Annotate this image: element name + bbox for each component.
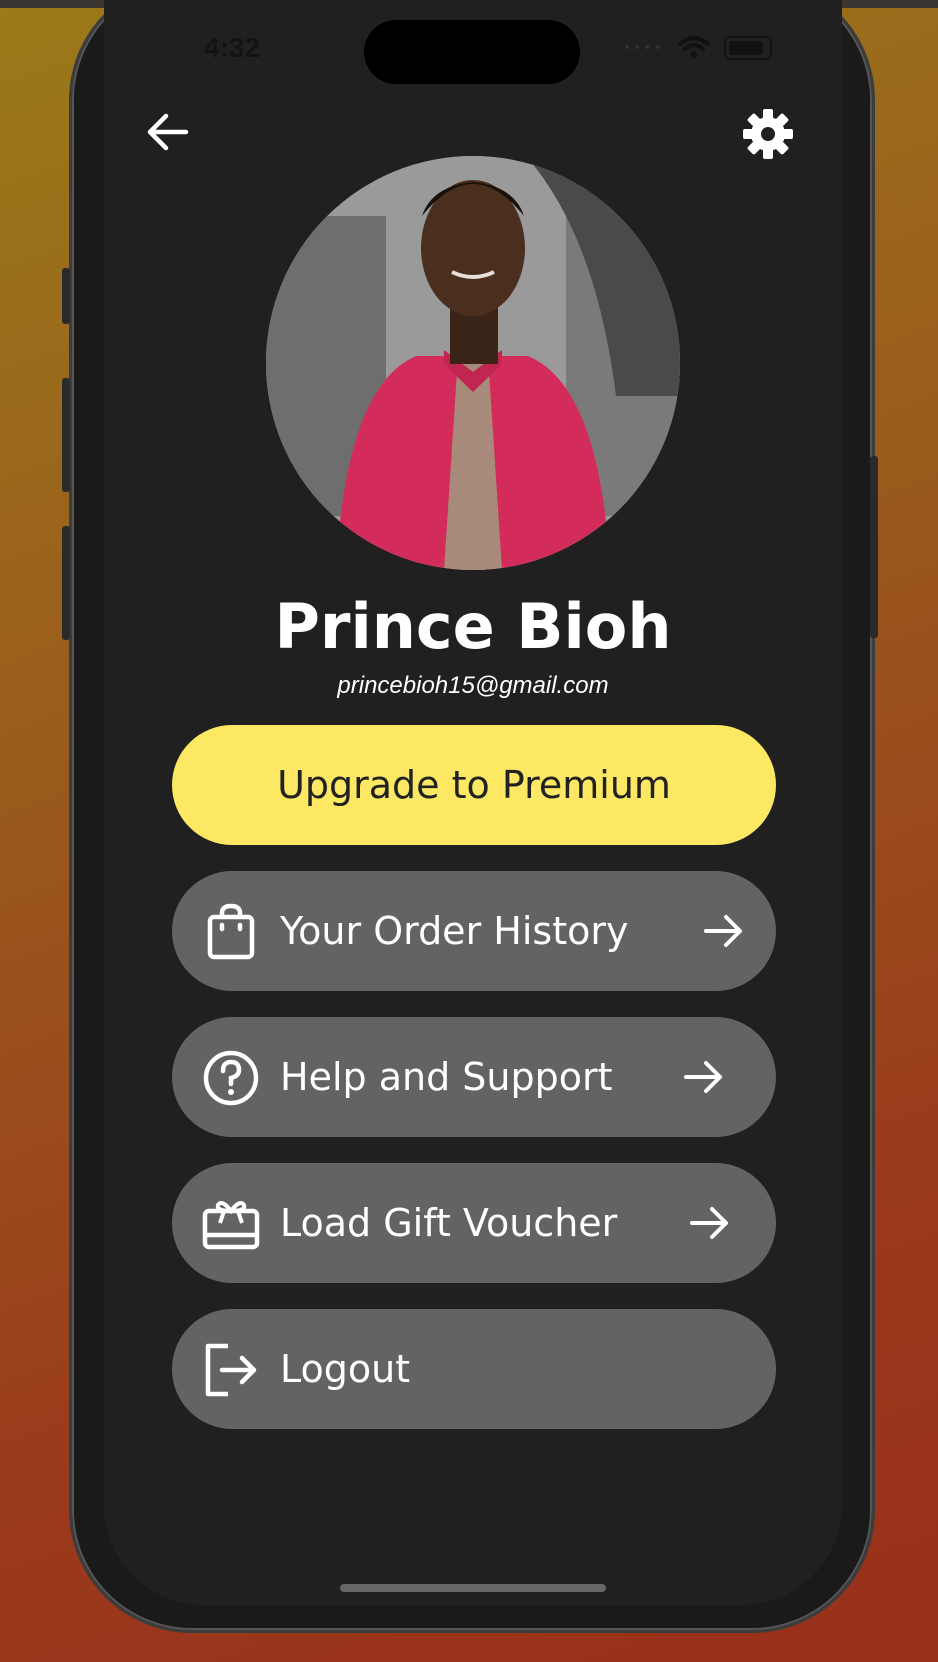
wifi-icon — [678, 36, 710, 59]
profile-name: Prince Bioh — [274, 590, 672, 663]
gift-voucher-label: Load Gift Voucher — [280, 1201, 618, 1245]
profile-email: princebioh15@gmail.com — [337, 672, 609, 699]
order-history-button[interactable]: Your Order History — [172, 871, 776, 991]
status-time: 4:32 — [204, 32, 261, 63]
status-icons: •••• — [623, 36, 772, 60]
phone-side-button — [870, 456, 878, 638]
profile-avatar[interactable] — [266, 156, 680, 570]
logout-button[interactable]: Logout — [172, 1309, 776, 1429]
app-screen: 4:32 •••• Prince Bioh princebioh15@gmail… — [104, 0, 842, 1605]
battery-icon — [724, 36, 772, 60]
gear-icon — [743, 109, 793, 159]
gift-card-icon — [202, 1201, 260, 1250]
phone-mute-switch — [62, 268, 70, 324]
profile-photo — [266, 156, 680, 570]
order-history-label: Your Order History — [280, 909, 629, 953]
back-button[interactable] — [144, 108, 192, 156]
phone-volume-down — [62, 526, 70, 640]
help-support-label: Help and Support — [280, 1055, 613, 1099]
arrow-right-icon — [690, 1207, 728, 1239]
home-indicator[interactable] — [340, 1584, 606, 1592]
help-support-button[interactable]: Help and Support — [172, 1017, 776, 1137]
phone-volume-up — [62, 378, 70, 492]
upgrade-premium-button[interactable]: Upgrade to Premium — [172, 725, 776, 845]
logout-icon — [205, 1343, 257, 1397]
gift-voucher-button[interactable]: Load Gift Voucher — [172, 1163, 776, 1283]
settings-button[interactable] — [742, 108, 794, 160]
logout-label: Logout — [280, 1347, 411, 1391]
arrow-left-icon — [147, 113, 189, 151]
arrow-right-icon — [704, 915, 742, 947]
dynamic-island — [364, 20, 580, 84]
arrow-right-icon — [684, 1061, 722, 1093]
signal-icon: •••• — [622, 40, 664, 56]
help-circle-icon — [203, 1050, 259, 1106]
shopping-bag-icon — [207, 903, 255, 960]
